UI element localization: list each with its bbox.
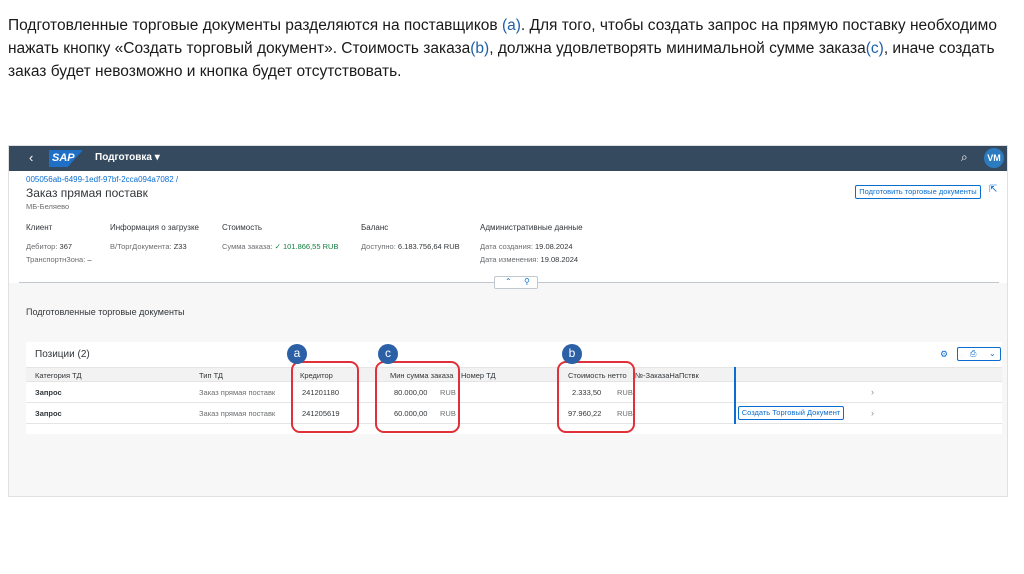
row-nav-icon[interactable]: › (871, 408, 874, 418)
annotation-ring-b (557, 361, 635, 433)
balance-heading: Баланс (361, 223, 389, 232)
annotation-ring-c (375, 361, 460, 433)
check-icon: ✓ (274, 242, 281, 251)
client-heading: Клиент (26, 223, 53, 232)
order-sum-value: 101.866,55 (282, 242, 321, 251)
table-row[interactable]: Запрос Заказ прямая поставк 241201180 80… (26, 382, 1002, 403)
back-icon[interactable]: ‹ (29, 150, 33, 165)
load-info-heading: Информация о загрузке (110, 223, 199, 232)
breadcrumb[interactable]: 005056ab-6499-1edf-97bf-2cca094a7082 / (26, 175, 178, 184)
changed-label: Дата изменения: (480, 255, 539, 264)
changed-value: 19.08.2024 (540, 255, 579, 264)
export-button[interactable]: ⎙ ⌄ (957, 347, 1001, 361)
available-label: Доступно: (361, 242, 396, 251)
annotation-badge-a: a (287, 344, 307, 364)
transport-zone-value: – (87, 255, 92, 264)
annotation-badge-b: b (562, 344, 582, 364)
column-header[interactable]: Тип ТД (199, 371, 223, 380)
shell-bar: ‹ SAP Подготовка ▾ ⌕ VM (9, 146, 1007, 171)
table-title: Позиции (2) (35, 349, 90, 360)
table-row[interactable]: Запрос Заказ прямая поставк 241205619 60… (26, 403, 1002, 424)
object-header: 005056ab-6499-1edf-97bf-2cca094a7082 / З… (9, 171, 1007, 283)
mark-b: (b) (470, 40, 490, 57)
section-title: Подготовленные торговые документы (26, 307, 185, 317)
export-icon: ⎙ (970, 349, 977, 358)
column-header[interactable]: Категория ТД (35, 371, 82, 380)
column-header[interactable]: №-ЗаказаНаПствк (635, 371, 699, 380)
column-header[interactable]: Номер ТД (461, 371, 496, 380)
app-title-menu[interactable]: Подготовка ▾ (95, 152, 160, 163)
pin-icon[interactable]: ⚲ (524, 277, 530, 286)
created-field: Дата создания: 19.08.2024 (480, 242, 573, 251)
share-icon[interactable]: ⇱ (989, 184, 997, 195)
created-value: 19.08.2024 (535, 242, 573, 251)
transport-zone-field: ТранспортнЗона: – (26, 255, 92, 264)
doc-type-field: В/ТоргДокумента: Z33 (110, 242, 187, 251)
admin-heading: Административные данные (480, 223, 583, 232)
table-header: Категория ТД Тип ТД Кредитор Мин сумма з… (26, 367, 1002, 382)
transport-zone-label: ТранспортнЗона: (26, 255, 86, 264)
created-label: Дата создания: (480, 242, 533, 251)
column-resize-indicator (734, 367, 736, 424)
avatar[interactable]: VM (984, 148, 1004, 168)
debtor-value: 367 (59, 242, 73, 251)
mark-c: (c) (865, 40, 884, 57)
search-icon[interactable]: ⌕ (961, 150, 968, 165)
type-cell: Заказ прямая поставк (199, 388, 276, 397)
page-subtitle: МБ-Беляево (26, 202, 70, 211)
annotation-badge-c: c (378, 344, 398, 364)
settings-icon[interactable]: ⚙ (940, 349, 948, 360)
header-toggle[interactable]: ⌃ ⚲ (494, 276, 538, 289)
mark-a: (a) (501, 17, 521, 34)
debtor-field: Дебитор: 367 (26, 242, 72, 251)
order-sum-label: Сумма заказа: (222, 242, 273, 251)
items-table: Позиции (2) ⚙ ⎙ ⌄ Категория ТД Тип ТД Кр… (26, 342, 1002, 434)
instruction-text: Подготовленные торговые документы раздел… (8, 14, 1008, 83)
changed-field: Дата изменения: 19.08.2024 (480, 255, 578, 264)
logo-text: SAP (52, 152, 75, 164)
available-unit: RUB (443, 242, 460, 251)
instruction-part: Подготовленные торговые документы раздел… (8, 17, 502, 34)
available-field: Доступно: 6.183.756,64 RUB (361, 242, 460, 251)
category-cell: Запрос (35, 388, 62, 397)
order-sum-unit: RUB (322, 242, 339, 251)
type-cell: Заказ прямая поставк (199, 409, 276, 418)
available-value: 6.183.756,64 (397, 242, 442, 251)
cost-heading: Стоимость (222, 223, 263, 232)
page-title: Заказ прямая поставк (26, 186, 148, 200)
create-trade-document-button[interactable]: Создать Торговый Документ (738, 406, 844, 420)
collapse-icon[interactable]: ⌃ (505, 277, 512, 286)
chevron-down-icon[interactable]: ⌄ (989, 349, 996, 358)
app-window: ‹ SAP Подготовка ▾ ⌕ VM 005056ab-6499-1e… (8, 145, 1008, 497)
annotation-ring-a (291, 361, 359, 433)
instruction-part: , должна удовлетворять минимальной сумме… (489, 40, 866, 57)
doc-type-value: Z33 (173, 242, 187, 251)
order-sum-field: Сумма заказа: ✓ 101.866,55 RUB (222, 242, 338, 251)
row-nav-icon[interactable]: › (871, 387, 874, 397)
sap-logo[interactable]: SAP (49, 150, 83, 167)
debtor-label: Дебитор: (26, 242, 58, 251)
doc-type-label: В/ТоргДокумента: (110, 242, 172, 251)
category-cell: Запрос (35, 409, 62, 418)
prepare-documents-button[interactable]: Подготовить торговые документы (855, 185, 981, 199)
